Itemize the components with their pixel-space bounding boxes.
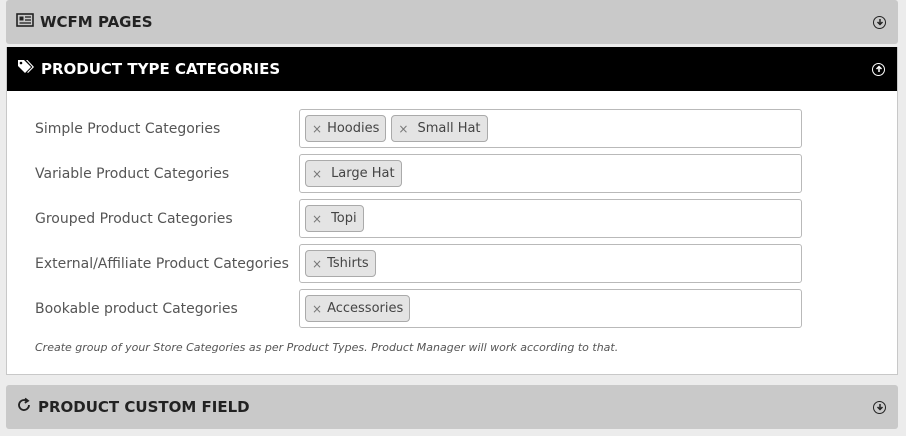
external-categories-label: External/Affiliate Product Categories <box>35 255 289 272</box>
tags-icon <box>17 59 35 79</box>
grouped-categories-select[interactable]: × Topi <box>299 199 802 238</box>
product-custom-field-section: PRODUCT CUSTOM FIELD <box>6 385 898 429</box>
arrow-up-circle-icon[interactable] <box>872 62 885 76</box>
tag-remove-button[interactable]: × <box>312 257 322 271</box>
wcfm-pages-title: WCFM PAGES <box>40 13 153 31</box>
category-row-bookable: Bookable product Categories × Accessories <box>7 286 897 331</box>
wcfm-pages-header[interactable]: WCFM PAGES <box>6 0 898 44</box>
tag-accessories: × Accessories <box>305 295 411 322</box>
arrow-down-circle-icon[interactable] <box>873 15 886 29</box>
tag-large-hat: × Large Hat <box>305 160 402 187</box>
bookable-categories-select[interactable]: × Accessories <box>299 289 802 328</box>
external-categories-select[interactable]: × Tshirts <box>299 244 802 283</box>
tag-label: Small Hat <box>417 121 481 136</box>
product-type-categories-section: PRODUCT TYPE CATEGORIES Simple Product C… <box>6 47 898 375</box>
tag-label: Hoodies <box>327 121 380 136</box>
product-custom-field-title: PRODUCT CUSTOM FIELD <box>38 398 250 416</box>
tag-remove-button[interactable]: × <box>312 122 322 136</box>
arrow-down-circle-icon[interactable] <box>873 400 886 414</box>
tag-remove-button[interactable]: × <box>398 122 408 136</box>
simple-categories-select[interactable]: × Hoodies × Small Hat <box>299 109 802 148</box>
tag-topi: × Topi <box>305 205 364 232</box>
variable-categories-label: Variable Product Categories <box>35 165 230 182</box>
tag-label: Tshirts <box>327 256 369 271</box>
newspaper-icon <box>16 13 34 31</box>
bookable-categories-label: Bookable product Categories <box>35 300 238 317</box>
tag-label: Topi <box>331 211 357 226</box>
product-type-categories-body: Simple Product Categories × Hoodies × Smal… <box>7 91 897 374</box>
category-row-simple: Simple Product Categories × Hoodies × Smal… <box>7 106 897 151</box>
tag-remove-button[interactable]: × <box>312 212 322 226</box>
product-type-categories-header[interactable]: PRODUCT TYPE CATEGORIES <box>7 47 897 91</box>
tag-label: Large Hat <box>331 166 395 181</box>
tag-small-hat: × Small Hat <box>391 115 488 142</box>
tag-label: Accessories <box>327 301 404 316</box>
tag-hoodies: × Hoodies <box>305 115 387 142</box>
variable-categories-select[interactable]: × Large Hat <box>299 154 802 193</box>
category-row-grouped: Grouped Product Categories × Topi <box>7 196 897 241</box>
grouped-categories-label: Grouped Product Categories <box>35 210 233 227</box>
category-row-external: External/Affiliate Product Categories × T… <box>7 241 897 286</box>
product-custom-field-header[interactable]: PRODUCT CUSTOM FIELD <box>6 385 898 429</box>
refresh-icon <box>16 397 32 417</box>
tag-remove-button[interactable]: × <box>312 167 322 181</box>
category-row-variable: Variable Product Categories × Large Hat <box>7 151 897 196</box>
product-type-categories-title: PRODUCT TYPE CATEGORIES <box>41 60 281 78</box>
wcfm-pages-section: WCFM PAGES <box>6 0 898 44</box>
tag-remove-button[interactable]: × <box>312 302 322 316</box>
tag-tshirts: × Tshirts <box>305 250 376 277</box>
help-text: Create group of your Store Categories as… <box>35 341 619 354</box>
simple-categories-label: Simple Product Categories <box>35 120 221 137</box>
